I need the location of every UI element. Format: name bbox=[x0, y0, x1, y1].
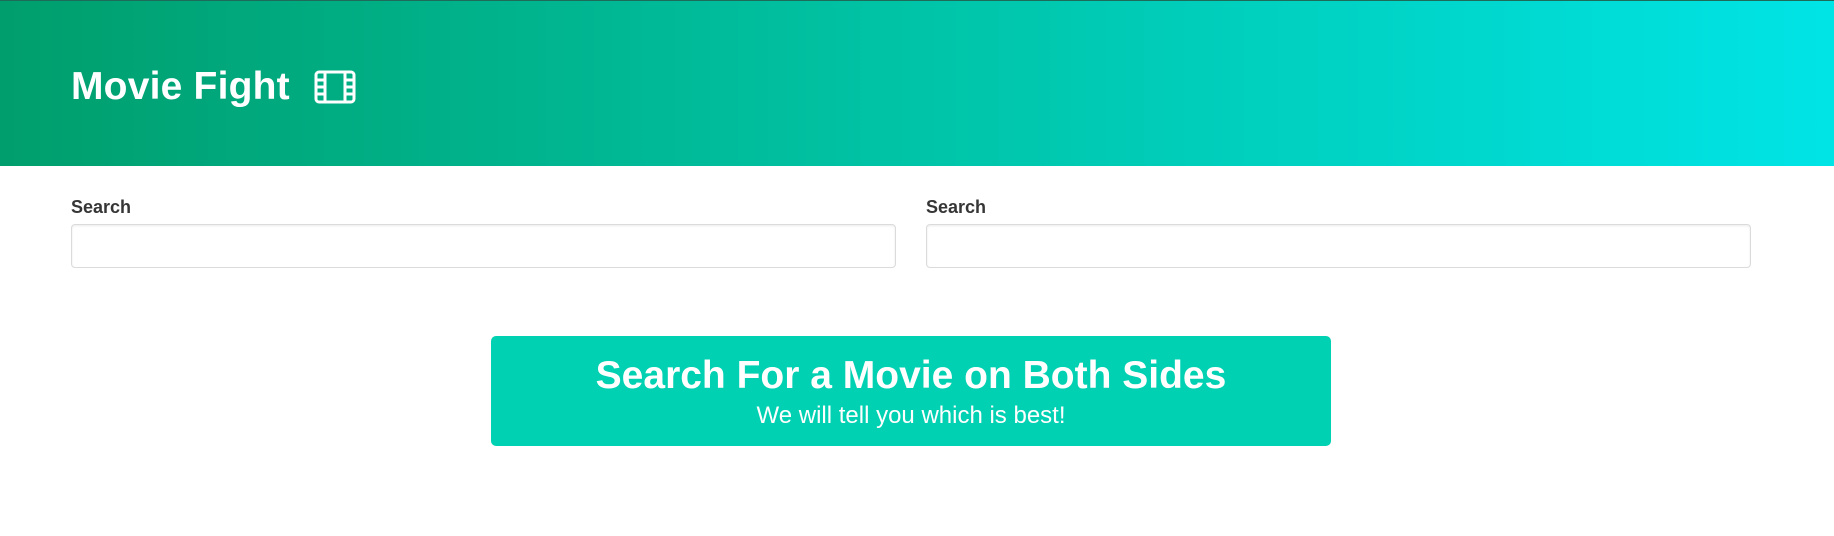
right-search-input[interactable] bbox=[926, 224, 1751, 268]
search-columns: Search Search bbox=[71, 196, 1751, 268]
hero-header: Movie Fight bbox=[0, 0, 1834, 166]
right-column: Search bbox=[926, 196, 1751, 268]
title-wrap: Movie Fight bbox=[71, 63, 356, 111]
page-title: Movie Fight bbox=[71, 65, 290, 108]
notification-subtitle: We will tell you which is best! bbox=[756, 402, 1066, 429]
left-search-label: Search bbox=[71, 197, 132, 217]
right-search-label: Search bbox=[926, 197, 987, 217]
film-icon bbox=[314, 70, 356, 104]
notification-title: Search For a Movie on Both Sides bbox=[595, 354, 1227, 397]
left-search-input[interactable] bbox=[71, 224, 896, 268]
left-column: Search bbox=[71, 196, 896, 268]
tutorial-notification: Search For a Movie on Both Sides We will… bbox=[491, 336, 1331, 446]
